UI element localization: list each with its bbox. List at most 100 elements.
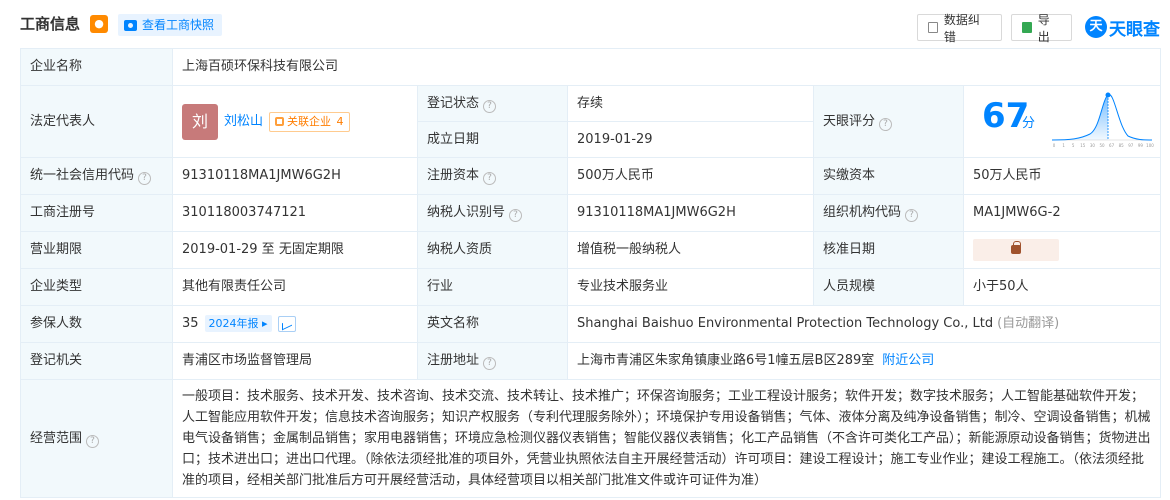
logo-mark: 天 bbox=[1085, 16, 1107, 38]
related-companies-tag[interactable]: 关联企业 4 bbox=[269, 111, 350, 132]
annual-report-tag[interactable]: 2024年报 ▸ bbox=[204, 315, 272, 332]
biz-scope-label-text: 经营范围 bbox=[30, 430, 83, 446]
locked-value[interactable] bbox=[973, 239, 1059, 261]
chart-ticks: 0 1 5 15 30 50 67 85 97 99 100 bbox=[1053, 143, 1154, 148]
credit-code-value: 91310118MA1JMW6G2H bbox=[172, 157, 418, 195]
org-code-value: MA1JMW6G-2 bbox=[962, 194, 1162, 232]
industry-value: 专业技术服务业 bbox=[567, 268, 814, 306]
company-name-label: 企业名称 bbox=[20, 48, 173, 86]
insured-count-cell: 35 2024年报 ▸ bbox=[172, 305, 418, 343]
chart-tick-label: 5 bbox=[1072, 143, 1075, 148]
view-snapshot-label: 查看工商快照 bbox=[142, 18, 215, 32]
lock-icon bbox=[1011, 241, 1021, 254]
reg-status-label-text: 登记状态 bbox=[427, 95, 480, 111]
legal-rep-cell: 刘刘松山 关联企业 4 bbox=[172, 85, 418, 158]
reg-capital-label-text: 注册资本 bbox=[427, 168, 480, 183]
english-name-value: Shanghai Baishuo Environmental Protectio… bbox=[577, 316, 994, 331]
reg-address-label-text: 注册地址 bbox=[427, 353, 480, 368]
org-code-label-text: 组织机构代码 bbox=[823, 205, 902, 220]
chart-tick-label: 99 bbox=[1138, 143, 1144, 148]
help-icon[interactable]: ? bbox=[86, 434, 100, 448]
reg-authority-value: 青浦区市场监督管理局 bbox=[172, 342, 418, 380]
chart-tick-label: 85 bbox=[1119, 143, 1125, 148]
biz-scope-label: 经营范围? bbox=[20, 379, 173, 498]
data-correction-button[interactable]: 数据纠错 bbox=[917, 13, 1002, 44]
help-icon[interactable]: ? bbox=[483, 172, 497, 185]
auto-translate-note: (自动翻译) bbox=[997, 316, 1060, 331]
nearby-companies-link[interactable]: 附近公司 bbox=[882, 353, 934, 368]
taxpayer-qual-label: 纳税人资质 bbox=[417, 231, 568, 269]
reg-capital-value: 500万人民币 bbox=[567, 157, 814, 195]
chart-tick-label: 15 bbox=[1080, 143, 1086, 148]
score-label-text: 天眼评分 bbox=[823, 113, 876, 129]
paid-capital-label: 实缴资本 bbox=[813, 157, 964, 195]
biz-reg-no-value: 310118003747121 bbox=[172, 194, 418, 232]
est-date-value: 2019-01-29 bbox=[567, 121, 814, 158]
staff-size-value: 小于50人 bbox=[962, 268, 1162, 306]
bell-icon[interactable]: ● bbox=[90, 15, 108, 33]
section-header: 工商信息 ● 查看工商快照 数据纠错 导出 天 天眼查 bbox=[0, 0, 1170, 48]
logo-text: 天眼查 bbox=[1109, 19, 1160, 40]
table-row: 企业类型 其他有限责任公司 行业 专业技术服务业 人员规模 小于50人 bbox=[20, 268, 1162, 306]
document-icon bbox=[928, 22, 938, 33]
table-row: 工商注册号 310118003747121 纳税人识别号? 91310118MA… bbox=[20, 194, 1162, 232]
chart-tick-label: 0 bbox=[1053, 143, 1056, 148]
biz-reg-no-label: 工商注册号 bbox=[20, 194, 173, 232]
score-widget[interactable]: 67 分 0 1 5 15 30 50 67 85 97 99 100 bbox=[964, 88, 1160, 155]
help-icon[interactable]: ? bbox=[138, 172, 152, 185]
company-type-label: 企业类型 bbox=[20, 268, 173, 306]
reg-address-label: 注册地址? bbox=[417, 342, 568, 380]
table-row: 营业期限 2019-01-29 至 无固定期限 纳税人资质 增值税一般纳税人 核… bbox=[20, 231, 1162, 269]
data-correction-label: 数据纠错 bbox=[943, 12, 980, 44]
chart-tick-label: 50 bbox=[1099, 143, 1105, 148]
trend-chart-icon[interactable] bbox=[277, 315, 296, 332]
camera-icon bbox=[124, 19, 137, 31]
insured-count-value: 35 bbox=[182, 316, 199, 331]
reg-address-value: 上海市青浦区朱家角镇康业路6号1幢五层B区289室 bbox=[577, 353, 875, 368]
view-snapshot-button[interactable]: 查看工商快照 bbox=[118, 14, 223, 36]
avatar[interactable]: 刘 bbox=[182, 103, 218, 140]
company-type-value: 其他有限责任公司 bbox=[172, 268, 418, 306]
related-label: 关联企业 bbox=[287, 114, 332, 128]
legal-rep-label: 法定代表人 bbox=[20, 85, 173, 158]
table-row: 登记机关 青浦区市场监督管理局 注册地址? 上海市青浦区朱家角镇康业路6号1幢五… bbox=[20, 342, 1162, 380]
reg-authority-label: 登记机关 bbox=[20, 342, 173, 380]
annual-report-label: 2024年报 bbox=[208, 317, 259, 330]
score-distribution-chart: 0 1 5 15 30 50 67 85 97 99 100 bbox=[1051, 92, 1154, 148]
excel-icon bbox=[1022, 22, 1032, 33]
english-name-cell: Shanghai Baishuo Environmental Protectio… bbox=[566, 305, 1162, 343]
chart-tick-label: 100 bbox=[1146, 143, 1154, 148]
chart-tick-label: 67 bbox=[1109, 143, 1115, 148]
biz-term-value: 2019-01-29 至 无固定期限 bbox=[172, 231, 418, 269]
table-row: 参保人数 35 2024年报 ▸ 英文名称 Shanghai Baishuo En… bbox=[20, 305, 1162, 343]
chart-tick-label: 30 bbox=[1090, 143, 1096, 148]
table-row: 法定代表人 刘刘松山 关联企业 4 登记状态? 存续 天眼评分? 67 分 0 … bbox=[20, 85, 1162, 158]
score-cell[interactable]: 67 分 0 1 5 15 30 50 67 85 97 99 100 bbox=[962, 85, 1162, 158]
taxpayer-id-value: 91310118MA1JMW6G2H bbox=[567, 194, 814, 232]
reg-address-cell: 上海市青浦区朱家角镇康业路6号1幢五层B区289室 附近公司 bbox=[566, 342, 1162, 380]
org-code-label: 组织机构代码? bbox=[813, 194, 964, 232]
business-info-table: 企业名称 上海百硕环保科技有限公司 法定代表人 刘刘松山 关联企业 4 登记状态?… bbox=[20, 48, 1162, 498]
help-icon[interactable]: ? bbox=[509, 209, 523, 222]
biz-scope-value: 一般项目：技术服务、技术开发、技术咨询、技术交流、技术转让、技术推广；环保咨询服… bbox=[171, 379, 1162, 498]
help-icon[interactable]: ? bbox=[483, 357, 497, 370]
score-marker-dot bbox=[1105, 92, 1111, 98]
est-date-label: 成立日期 bbox=[417, 121, 568, 158]
reg-status-label: 登记状态? bbox=[417, 85, 568, 122]
table-row: 统一社会信用代码? 91310118MA1JMW6G2H 注册资本? 500万人… bbox=[20, 157, 1162, 195]
chart-tick-label: 97 bbox=[1128, 143, 1134, 148]
staff-size-label: 人员规模 bbox=[813, 268, 964, 306]
reg-status-value: 存续 bbox=[567, 85, 814, 122]
help-icon[interactable]: ? bbox=[905, 209, 919, 222]
table-row: 经营范围? 一般项目：技术服务、技术开发、技术咨询、技术交流、技术转让、技术推广… bbox=[20, 379, 1162, 498]
reg-capital-label: 注册资本? bbox=[417, 157, 568, 195]
chart-tick-label: 1 bbox=[1062, 143, 1065, 148]
help-icon[interactable]: ? bbox=[483, 99, 497, 113]
help-icon[interactable]: ? bbox=[879, 117, 893, 131]
tianyancha-logo: 天 天眼查 bbox=[1085, 14, 1160, 40]
credit-code-label: 统一社会信用代码? bbox=[20, 157, 173, 195]
export-button[interactable]: 导出 bbox=[1011, 13, 1072, 44]
section-title: 工商信息 bbox=[20, 15, 81, 33]
legal-rep-name-link[interactable]: 刘松山 bbox=[224, 114, 263, 129]
link-icon bbox=[275, 116, 285, 126]
